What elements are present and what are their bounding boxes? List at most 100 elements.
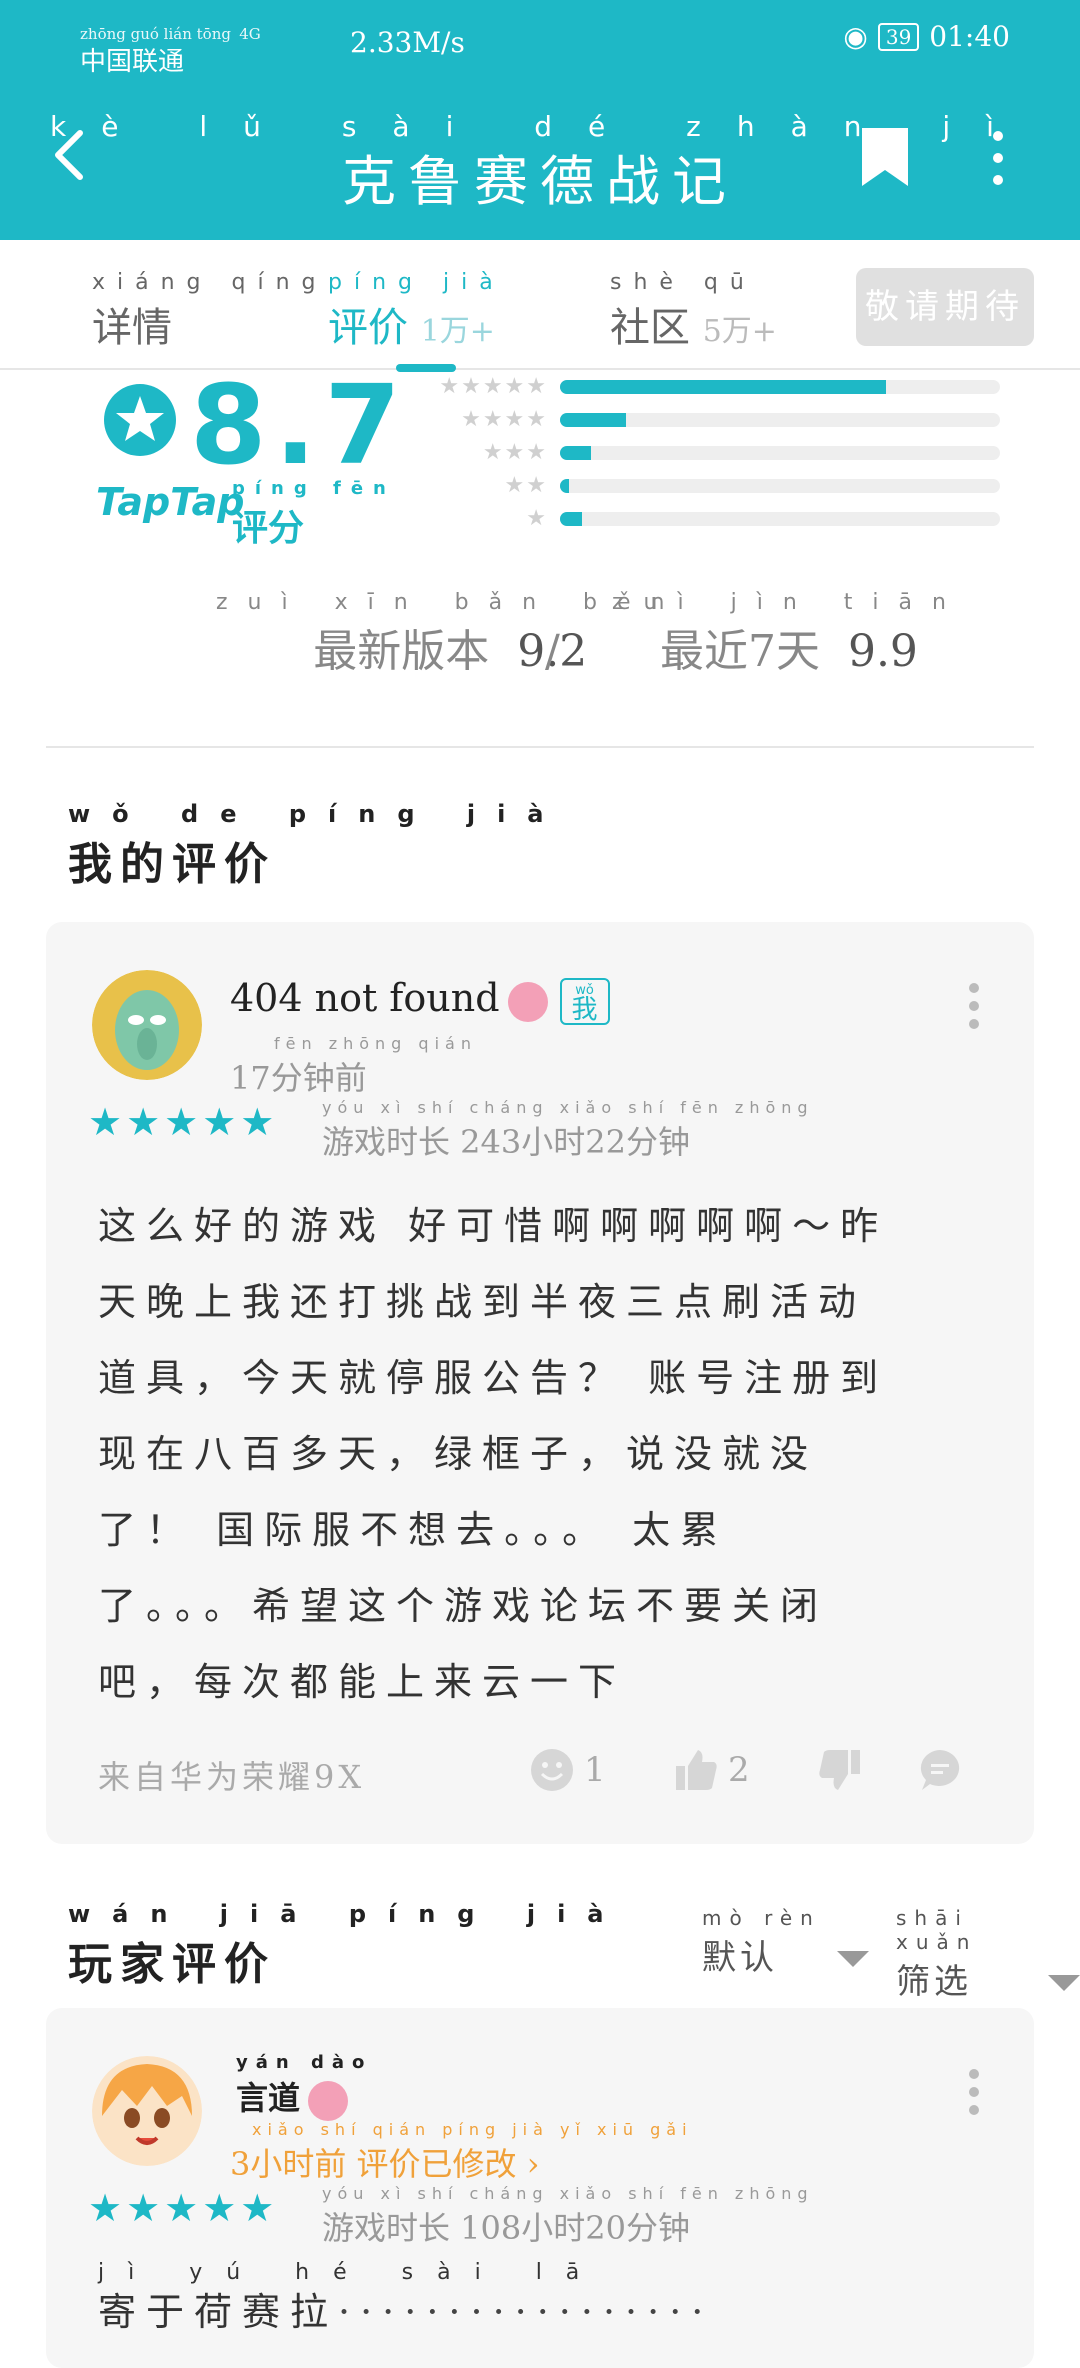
chevron-down-icon: [1048, 1975, 1080, 1991]
username-text: 言道: [236, 2079, 301, 2117]
me-badge-text: 我: [571, 995, 598, 1025]
comment-button[interactable]: [918, 1748, 962, 1792]
battery-icon: 39: [877, 22, 920, 51]
review-device: 来自华为荣耀9X: [98, 1752, 365, 1798]
review-line: 道具，今天就停服公告？ 账号注册到: [98, 1356, 889, 1400]
recent-value: 9.9: [847, 626, 918, 677]
edited-text: 3小时前 评价已修改: [230, 2145, 517, 2183]
tab-bar: xiáng qíng 详情 píng jià 评价 1万+ shè qū 社区 …: [0, 240, 1080, 372]
score-label-pinyin: píng fēn: [232, 478, 396, 499]
filter-label: shāi xuǎn 筛选: [896, 1906, 1032, 2003]
rating-bar-fill: [560, 412, 626, 427]
tab-community-pinyin: shè qū: [610, 270, 756, 295]
carrier-name: 中国联通: [80, 47, 185, 78]
reaction-happy-button[interactable]: 1: [530, 1748, 606, 1792]
network-type: 4G: [239, 25, 261, 43]
rating-bar-track: [560, 379, 1000, 394]
review-line: 吧，每次都能上来云一下: [98, 1660, 627, 1704]
coming-soon-button[interactable]: 敬请期待: [856, 268, 1034, 346]
review-line: 现在八百多天，绿框子，说没就没: [98, 1432, 819, 1476]
playtime: yóu xì shí cháng xiǎo shí fēn zhōng 游戏时长…: [322, 2184, 814, 2249]
rating-bar-row: ★★★: [420, 436, 1000, 469]
chevron-right-icon: ›: [526, 2145, 540, 2183]
rating-distribution: ★★★★★ ★★★★ ★★★ ★★ ★: [420, 370, 1000, 535]
playtime-pinyin: yóu xì shí cháng xiǎo shí fēn zhōng: [322, 1098, 814, 1117]
username-pinyin: yán dào: [236, 2052, 373, 2073]
review-username[interactable]: yán dào 言道: [236, 2052, 372, 2121]
score-label: píng fēn 评分: [232, 478, 396, 551]
tab-details[interactable]: xiáng qíng 详情: [92, 270, 328, 353]
title-bar: kè lǔ sài dé zhàn jì 克鲁赛德战记: [0, 80, 1080, 240]
recent-pinyin: zuì jìn tiān: [612, 590, 966, 615]
playtime-text: 游戏时长 243小时22分钟: [322, 1123, 690, 1161]
title-text: 克鲁赛德战记: [342, 150, 738, 213]
carrier: zhōng guó lián tōng 4G 中国联通: [80, 16, 261, 78]
filter-pinyin: shāi xuǎn: [896, 1906, 978, 1954]
review-line: 了！ 国际服不想去。。。 太累: [98, 1508, 729, 1552]
more-options-icon[interactable]: [986, 128, 1010, 188]
username-text: 404 not found: [230, 976, 500, 1020]
version-separator: /: [545, 626, 560, 677]
comment-icon: [920, 1750, 960, 1790]
avatar[interactable]: [92, 970, 202, 1080]
review-text-pinyin: jì yú hé sài lā: [98, 2260, 604, 2285]
my-review-card[interactable]: 404 not found wǒ 我 fēn zhōng qián 17分钟前 ★★…: [46, 922, 1034, 1844]
tab-details-label: 详情: [92, 305, 172, 351]
dislike-button[interactable]: [818, 1748, 862, 1792]
rating-bar-stars-icon: ★★★: [482, 440, 548, 465]
edited-pinyin: xiǎo shí qián píng jià yǐ xiū gǎi: [252, 2120, 693, 2139]
review-line: 这么好的游戏 好可惜啊啊啊啊啊～昨: [98, 1204, 889, 1248]
rating-bar-track: [560, 511, 1000, 526]
playtime-text: 游戏时长 108小时20分钟: [322, 2209, 690, 2247]
sort-pinyin: mò rèn: [702, 1906, 821, 1930]
rating-bar-fill: [560, 445, 591, 460]
taptap-star-icon: [104, 384, 176, 456]
review-body: 这么好的游戏 好可惜啊啊啊啊啊～昨 天晚上我还打挑战到半夜三点刷活动 道具，今天…: [98, 1188, 998, 1720]
review-username[interactable]: 404 not found wǒ 我: [230, 976, 610, 1025]
review-ellipsis: ·················: [338, 2290, 714, 2334]
player-review-card[interactable]: yán dào 言道 xiǎo shí qián píng jià yǐ xiū…: [46, 2008, 1034, 2368]
bookmark-icon[interactable]: [858, 126, 912, 188]
review-device-text: 来自华为荣耀9X: [98, 1758, 366, 1796]
status-bar: zhōng guó lián tōng 4G 中国联通 2.33M/s ◉ 39…: [0, 0, 1080, 80]
player-reviews-title-pinyin: wán jiā píng jià: [68, 1900, 626, 1928]
rating-summary: 8.7 TapTap píng fēn 评分 ★★★★★ ★★★★ ★★★ ★★ ★ z…: [0, 370, 1080, 750]
my-review-title-text: 我的评价: [68, 839, 276, 890]
filter-dropdown[interactable]: shāi xuǎn 筛选: [896, 1906, 1080, 2003]
rating-bar-track: [560, 478, 1000, 493]
rating-bar-fill: [560, 478, 569, 493]
tab-details-pinyin: xiáng qíng: [92, 270, 328, 295]
filter-text: 筛选: [896, 1962, 972, 2002]
tab-reviews-label: 评价: [328, 305, 408, 351]
like-button[interactable]: 2: [674, 1748, 750, 1792]
player-reviews-title-text: 玩家评价: [68, 1939, 276, 1990]
review-line: 天晚上我还打挑战到半夜三点刷活动: [98, 1280, 867, 1324]
gender-badge-icon: [308, 2080, 349, 2121]
taptap-logo: TapTap: [96, 480, 245, 524]
review-menu-icon[interactable]: [968, 982, 980, 1030]
happy-count: 1: [584, 1750, 606, 1790]
sort-label: mò rèn 默认: [702, 1906, 821, 1979]
tab-community[interactable]: shè qū 社区 5万+: [610, 270, 777, 353]
carrier-pinyin: zhōng guó lián tōng: [80, 25, 231, 43]
playtime-pinyin: yóu xì shí cháng xiǎo shí fēn zhōng: [322, 2184, 814, 2203]
title-pinyin: kè lǔ sài dé zhàn jì: [50, 110, 1030, 143]
thumbs-up-icon: [676, 1750, 717, 1790]
sort-dropdown[interactable]: mò rèn 默认: [702, 1906, 869, 1979]
like-count: 2: [728, 1750, 750, 1790]
tab-reviews[interactable]: píng jià 评价 1万+: [328, 270, 505, 353]
smiley-icon: [531, 1749, 573, 1791]
edited-time[interactable]: xiǎo shí qián píng jià yǐ xiū gǎi 3小时前 评…: [230, 2120, 693, 2185]
rating-bar-track: [560, 445, 1000, 460]
page-title: kè lǔ sài dé zhàn jì 克鲁赛德战记: [0, 110, 1080, 216]
review-stars: ★★★★★: [88, 1100, 279, 1144]
rating-bar-stars-icon: ★: [526, 506, 548, 531]
rating-bar-row: ★★★★: [420, 403, 1000, 436]
rating-bar-stars-icon: ★★★★★: [439, 374, 548, 399]
rating-bar-fill: [560, 511, 582, 526]
avatar[interactable]: [92, 2056, 202, 2166]
recent-score: zuì jìn tiān 最近7天 9.9: [612, 590, 966, 679]
rating-bar-row: ★★★★★: [420, 370, 1000, 403]
review-menu-icon[interactable]: [968, 2068, 980, 2116]
review-stars: ★★★★★: [88, 2186, 279, 2230]
